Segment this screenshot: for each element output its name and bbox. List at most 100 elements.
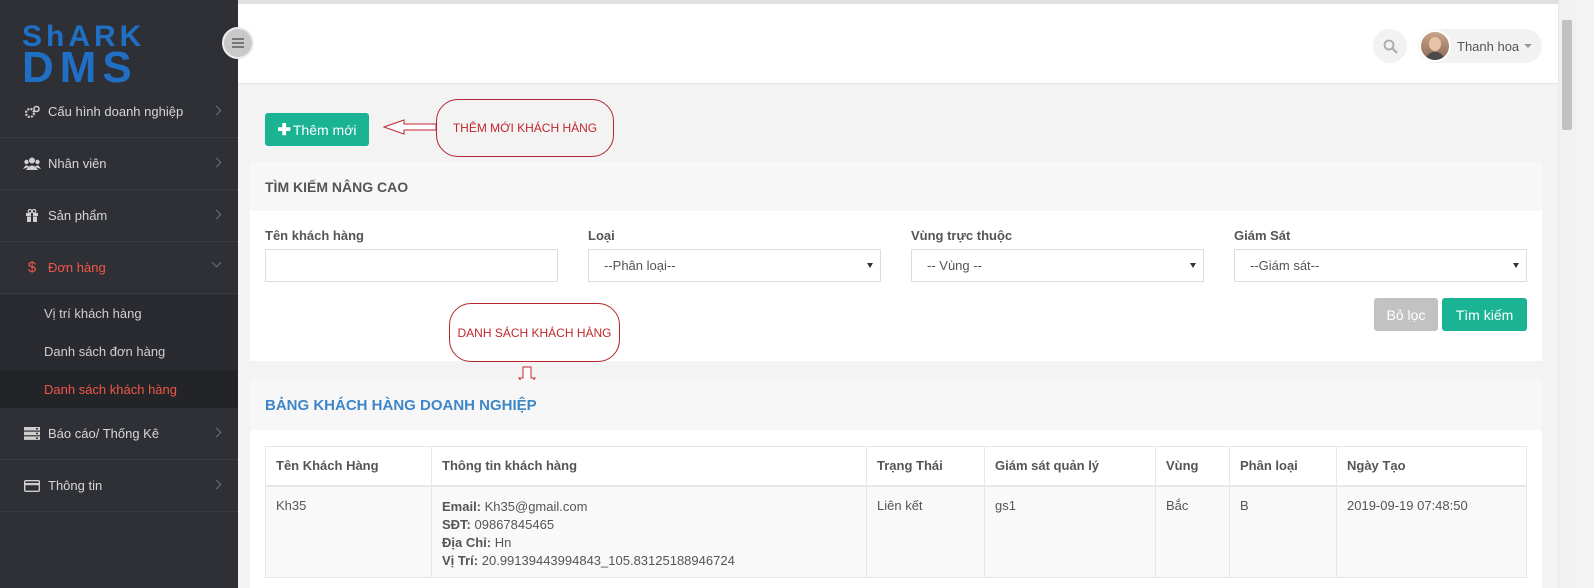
column-header[interactable]: Giám sát quản lý (984, 446, 1156, 487)
type-select[interactable]: --Phân loại-- (588, 249, 881, 282)
reset-filter-button[interactable]: Bỏ lọc (1374, 298, 1438, 331)
sidebar-item-label: Nhân viên (48, 156, 107, 171)
chevron-right-icon (211, 479, 222, 490)
chevron-right-icon (211, 209, 222, 220)
chevron-right-icon (211, 427, 222, 438)
sidebar-item-label: Đơn hàng (48, 260, 106, 275)
info-phone: SĐT: 09867845465 (442, 516, 856, 534)
scrollbar[interactable] (1558, 0, 1576, 588)
panel-title: TÌM KIẾM NÂNG CAO (250, 162, 1542, 211)
sidebar-item-label: Báo cáo/ Thống Kê (48, 426, 160, 441)
plus-icon: ✚ (277, 121, 291, 139)
cell-type: B (1229, 485, 1337, 578)
scrollbar-thumb[interactable] (1562, 20, 1572, 130)
info-label: Vị Trí: (442, 552, 479, 568)
select-value: -- Vùng -- (927, 258, 982, 273)
info-value: 20.99139443994843_105.83125188946724 (481, 552, 735, 568)
sidebar-item-company-config[interactable]: Cấu hình doanh nghiệp (0, 86, 238, 138)
dollar-icon: $ (27, 259, 37, 276)
sidebar-subitem-customer-list[interactable]: Danh sách khách hàng (0, 370, 238, 408)
caret-down-icon (1524, 44, 1533, 48)
avatar (1419, 30, 1451, 62)
sidebar-item-orders[interactable]: $ Đơn hàng (0, 242, 238, 294)
chevron-down-icon (211, 257, 222, 268)
customer-name-input[interactable] (265, 249, 558, 282)
server-icon (22, 427, 42, 441)
field-type: Loại --Phân loại-- (588, 228, 881, 282)
hamburger-icon (232, 42, 244, 44)
select-arrow-icon (867, 263, 873, 268)
cogs-icon (22, 105, 42, 119)
add-new-label: Thêm mới (292, 121, 357, 138)
field-customer-name: Tên khách hàng (265, 228, 558, 282)
customer-table-panel: BẢNG KHÁCH HÀNG DOANH NGHIỆP Tên Khách H… (250, 380, 1542, 588)
select-value: --Giám sát-- (1250, 258, 1320, 273)
column-header[interactable]: Trạng Thái (866, 446, 985, 487)
arrow-left-icon (382, 119, 437, 135)
annotation-add-customer: THÊM MỚI KHÁCH HÀNG (436, 99, 614, 157)
field-label: Tên khách hàng (265, 228, 364, 243)
user-name: Thanh hoa (1457, 38, 1520, 54)
gift-icon (22, 209, 42, 223)
sidebar-subitem-customer-location[interactable]: Vị trí khách hàng (0, 294, 238, 332)
user-menu[interactable]: Thanh hoa (1418, 29, 1542, 63)
info-value: Kh35@gmail.com (484, 498, 588, 514)
menu-toggle-button[interactable] (222, 27, 254, 59)
sidebar-item-label: Sản phẩm (48, 208, 108, 223)
cell-customer-info: Email: Kh35@gmail.com SĐT: 09867845465 Đ… (431, 485, 867, 578)
column-header[interactable]: Tên Khách Hàng (265, 446, 432, 487)
region-select[interactable]: -- Vùng -- (911, 249, 1204, 282)
table-row[interactable]: Kh35 Email: Kh35@gmail.com SĐT: 09867845… (265, 485, 1527, 578)
cell-supervisor: gs1 (984, 485, 1156, 578)
search-submit-button[interactable]: Tìm kiếm (1442, 298, 1527, 331)
sidebar-item-reports[interactable]: Báo cáo/ Thống Kê (0, 408, 238, 460)
column-header[interactable]: Phân loại (1229, 446, 1337, 487)
chevron-right-icon (211, 157, 222, 168)
sidebar-submenu: Vị trí khách hàng Danh sách đơn hàng Dan… (0, 294, 238, 408)
select-value: --Phân loại-- (604, 258, 676, 273)
shark-dms-logo: ShARK DMS (22, 22, 141, 84)
sidebar-item-employees[interactable]: Nhân viên (0, 138, 238, 190)
sidebar-subitem-order-list[interactable]: Danh sách đơn hàng (0, 332, 238, 370)
chevron-right-icon (211, 105, 222, 116)
column-header[interactable]: Vùng (1155, 446, 1230, 487)
info-value: 09867845465 (474, 516, 555, 532)
sidebar: ShARK DMS Cấu hình doanh nghiệp Nhân viê… (0, 0, 238, 588)
customer-table: Tên Khách Hàng Thông tin khách hàng Trạn… (265, 446, 1527, 578)
logo[interactable]: ShARK DMS (0, 0, 238, 86)
annotation-customer-list: DANH SÁCH KHÁCH HÀNG (449, 303, 620, 362)
advanced-search-panel: TÌM KIẾM NÂNG CAO Tên khách hàng Loại --… (250, 162, 1542, 361)
search-icon (1383, 39, 1398, 54)
info-label: SĐT: (442, 516, 471, 532)
sidebar-item-label: Thông tin (48, 478, 103, 493)
info-address: Địa Chỉ: Hn (442, 534, 856, 552)
field-label: Vùng trực thuộc (911, 228, 1013, 243)
panel-title: BẢNG KHÁCH HÀNG DOANH NGHIỆP (250, 380, 1542, 430)
users-icon (22, 157, 42, 171)
search-button[interactable] (1373, 29, 1407, 63)
supervisor-select[interactable]: --Giám sát-- (1234, 249, 1527, 282)
select-arrow-icon (1513, 263, 1519, 268)
field-label: Giám Sát (1234, 228, 1291, 243)
column-header[interactable]: Thông tin khách hàng (431, 446, 867, 487)
add-new-button[interactable]: ✚ Thêm mới (265, 113, 369, 146)
credit-card-icon (22, 479, 42, 493)
sidebar-nav: Cấu hình doanh nghiệp Nhân viên Sản phẩm… (0, 86, 238, 512)
sidebar-item-products[interactable]: Sản phẩm (0, 190, 238, 242)
info-value: Hn (494, 534, 512, 550)
column-header[interactable]: Ngày Tạo (1336, 446, 1527, 487)
field-supervisor: Giám Sát --Giám sát-- (1234, 228, 1527, 282)
field-region: Vùng trực thuộc -- Vùng -- (911, 228, 1204, 282)
top-header: Thanh hoa (238, 0, 1558, 84)
info-label: Địa Chỉ: (442, 534, 492, 550)
sidebar-item-info[interactable]: Thông tin (0, 460, 238, 512)
field-label: Loại (588, 228, 615, 243)
info-label: Email: (442, 498, 482, 514)
cell-region: Bắc (1155, 485, 1230, 578)
info-location: Vị Trí: 20.99139443994843_105.8312518894… (442, 552, 856, 570)
sidebar-item-label: Cấu hình doanh nghiệp (48, 104, 184, 119)
cell-name: Kh35 (265, 485, 432, 578)
select-arrow-icon (1190, 263, 1196, 268)
table-header-row: Tên Khách Hàng Thông tin khách hàng Trạn… (265, 446, 1527, 487)
cell-created: 2019-09-19 07:48:50 (1336, 485, 1527, 578)
